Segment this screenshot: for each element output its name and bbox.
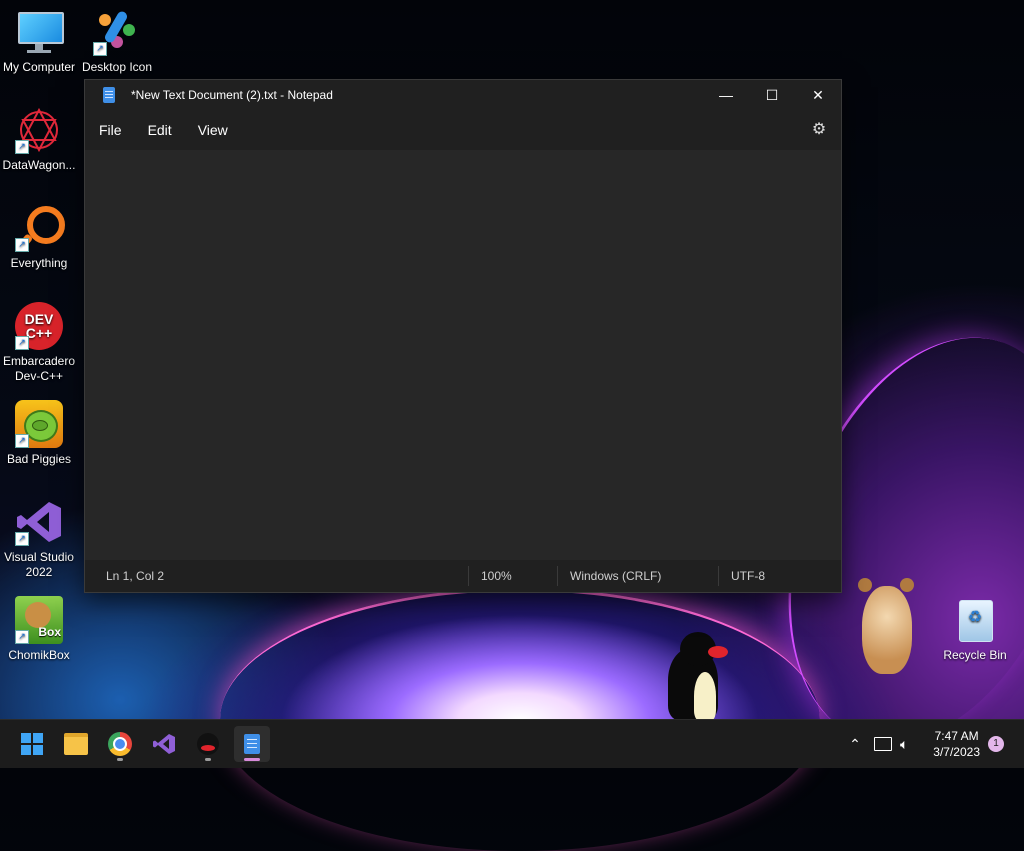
desktop-icon-label: Visual Studio 2022 (4, 550, 74, 579)
status-bar: Ln 1, Col 2 100% Windows (CRLF) UTF-8 (85, 560, 841, 592)
status-zoom[interactable]: 100% (468, 566, 557, 586)
magnifier-icon: ↗ (15, 204, 65, 252)
desktop-icon-datawagon[interactable]: ↗ DataWagon... (0, 106, 78, 173)
recycle-bin-icon: ♻ (951, 596, 999, 644)
chomikbox-badge-text: Box (38, 625, 61, 639)
desktop-icon-devcpp[interactable]: DEV C++ ↗ Embarcadero Dev-C++ (0, 302, 78, 384)
running-indicator (117, 758, 123, 761)
notepad-icon (244, 734, 260, 754)
volume-icon[interactable]: 🔈︎ (900, 736, 908, 753)
shortcut-arrow-icon: ↗ (93, 42, 107, 56)
visual-studio-icon: ↗ (15, 498, 63, 546)
desktop-icon-desktop-icon[interactable]: ↗ Desktop Icon (78, 8, 156, 75)
menu-file[interactable]: File (87, 122, 134, 138)
shortcut-arrow-icon: ↗ (15, 630, 29, 644)
shortcut-arrow-icon: ↗ (15, 434, 29, 448)
desktop-icon-app: ↗ (93, 8, 141, 56)
taskbar-file-explorer[interactable] (58, 726, 94, 762)
taskbar-visual-studio[interactable] (146, 726, 182, 762)
desktop-icon-recycle-bin[interactable]: ♻ Recycle Bin (936, 596, 1014, 663)
menu-bar: File Edit View ⚙ (85, 110, 841, 150)
text-editor-area[interactable] (85, 150, 841, 560)
running-indicator (205, 758, 211, 761)
chrome-icon (108, 732, 132, 756)
visual-studio-icon (153, 734, 175, 754)
desktop-icon-chomikbox[interactable]: Box ↗ ChomikBox (0, 596, 78, 663)
monitor-icon (15, 8, 64, 56)
clock-time: 7:47 AM (934, 729, 979, 743)
hamster-sticker (856, 576, 916, 676)
taskbar-chrome[interactable] (102, 726, 138, 762)
bad-piggies-icon: ↗ (15, 400, 63, 448)
network-icon[interactable] (874, 737, 892, 751)
pingu-penguin-sticker (664, 632, 728, 720)
folder-icon (64, 733, 88, 755)
notification-badge[interactable]: 1 (988, 736, 1004, 752)
datawagon-icon: ↗ (15, 106, 63, 154)
desktop-icon-label: My Computer (2, 60, 76, 74)
desktop-icon-label: ChomikBox (8, 648, 70, 662)
maximize-button[interactable]: ☐ (749, 80, 795, 110)
notepad-window[interactable]: *New Text Document (2).txt - Notepad — ☐… (84, 79, 842, 593)
title-bar[interactable]: *New Text Document (2).txt - Notepad — ☐… (85, 80, 841, 110)
shortcut-arrow-icon: ↗ (15, 336, 29, 350)
active-indicator (244, 758, 260, 761)
gear-icon[interactable]: ⚙ (811, 122, 827, 138)
desktop-icon-my-computer[interactable]: My Computer (0, 8, 78, 75)
pingu-icon (197, 733, 219, 755)
desktop-icon-label: Desktop Icon (81, 60, 153, 74)
status-position: Ln 1, Col 2 (106, 569, 165, 583)
status-encoding: UTF-8 (718, 566, 831, 586)
windows-start-icon (21, 733, 43, 755)
chomikbox-icon: Box ↗ (15, 596, 63, 644)
clock[interactable]: 7:47 AM 3/7/2023 (933, 728, 980, 760)
minimize-button[interactable]: — (703, 80, 749, 110)
status-line-ending: Windows (CRLF) (557, 566, 718, 586)
chevron-up-icon[interactable]: ⌃ (846, 736, 864, 753)
menu-edit[interactable]: Edit (136, 122, 184, 138)
desktop-icon-bad-piggies[interactable]: ↗ Bad Piggies (0, 400, 78, 467)
shortcut-arrow-icon: ↗ (15, 532, 29, 546)
taskbar-notepad[interactable] (234, 726, 270, 762)
taskbar-start-button[interactable] (14, 726, 50, 762)
window-title: *New Text Document (2).txt - Notepad (131, 88, 333, 102)
clock-date: 3/7/2023 (933, 745, 980, 759)
desktop-icon-visual-studio[interactable]: ↗ Visual Studio 2022 (0, 498, 78, 580)
desktop-icon-everything[interactable]: ↗ Everything (0, 204, 78, 271)
desktop-icon-label: Bad Piggies (6, 452, 72, 466)
system-tray: ⌃ 🔈︎ (846, 720, 908, 768)
notepad-icon (103, 87, 115, 103)
shortcut-arrow-icon: ↗ (15, 140, 29, 154)
desktop-icon-label: Recycle Bin (943, 648, 1007, 662)
desktop-icon-label: DataWagon... (2, 158, 76, 172)
taskbar: ⌃ 🔈︎ 7:47 AM 3/7/2023 1 (0, 719, 1024, 768)
taskbar-pingu[interactable] (190, 726, 226, 762)
devcpp-icon: DEV C++ ↗ (15, 302, 63, 350)
desktop-icon-label: Embarcadero Dev-C++ (2, 354, 76, 383)
close-button[interactable]: ✕ (795, 80, 841, 110)
menu-view[interactable]: View (186, 122, 240, 138)
shortcut-arrow-icon: ↗ (15, 238, 29, 252)
desktop-icon-label: Everything (10, 256, 68, 270)
